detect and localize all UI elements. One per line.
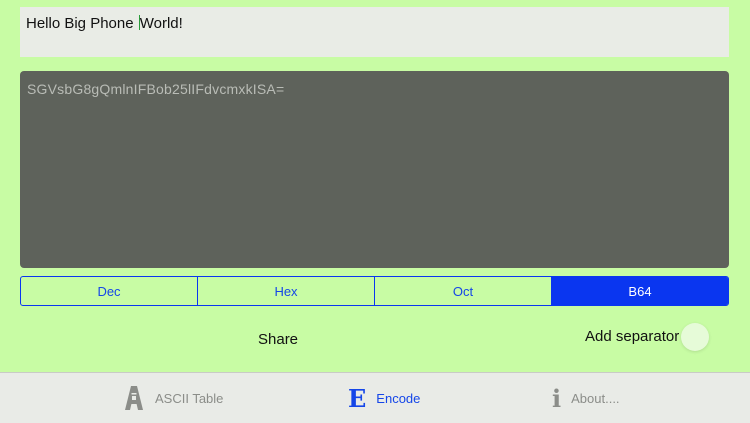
separator-label: Add separator bbox=[585, 328, 680, 345]
tab-bar: ASCII Table E Encode i About.... bbox=[0, 372, 750, 423]
format-oct-button[interactable]: Oct bbox=[375, 277, 552, 305]
ascii-a-icon bbox=[123, 385, 145, 411]
format-segmented-control: Dec Hex Oct B64 bbox=[20, 276, 729, 306]
tab-encode[interactable]: E Encode bbox=[348, 373, 420, 423]
info-i-icon: i bbox=[552, 383, 562, 413]
tab-about[interactable]: i About.... bbox=[552, 373, 620, 423]
input-text-after: World! bbox=[139, 15, 183, 32]
format-dec-button[interactable]: Dec bbox=[21, 277, 198, 305]
toggle-knob bbox=[681, 323, 709, 351]
tab-ascii-table[interactable]: ASCII Table bbox=[123, 373, 223, 423]
tab-ascii-label: ASCII Table bbox=[155, 390, 224, 406]
text-input[interactable]: Hello Big Phone World! bbox=[20, 7, 729, 57]
separator-toggle[interactable] bbox=[681, 322, 731, 352]
format-b64-button[interactable]: B64 bbox=[552, 277, 728, 305]
encoded-output-text: SGVsbG8gQmlnIFBob25lIFdvcmxkISA= bbox=[27, 81, 285, 97]
tab-about-label: About.... bbox=[571, 390, 620, 406]
tab-encode-label: Encode bbox=[376, 390, 421, 406]
encode-e-icon: E bbox=[348, 383, 367, 413]
share-button[interactable]: Share bbox=[258, 331, 298, 348]
encoded-output[interactable]: SGVsbG8gQmlnIFBob25lIFdvcmxkISA= bbox=[20, 71, 729, 268]
format-hex-button[interactable]: Hex bbox=[198, 277, 375, 305]
input-text-before: Hello Big Phone bbox=[26, 15, 138, 32]
